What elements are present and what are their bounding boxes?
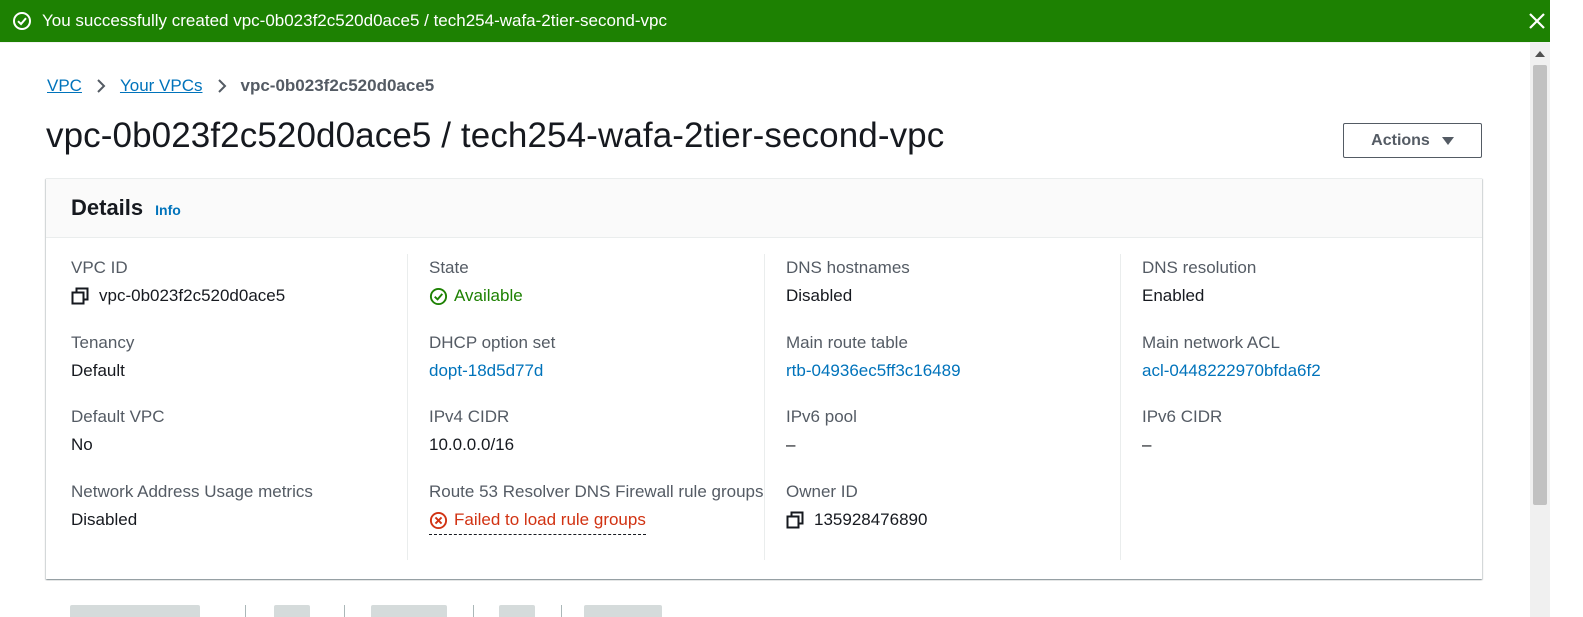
details-column-3: DNS hostnames Disabled Main route table … (764, 254, 1120, 560)
vpc-id-value: vpc-0b023f2c520d0ace5 (99, 286, 286, 305)
field-value: Disabled (786, 286, 853, 305)
field-label: Tenancy (71, 333, 135, 352)
field-default-vpc: Default VPC No (71, 403, 406, 459)
field-state: State Available (429, 254, 764, 310)
owner-id-value: 135928476890 (814, 510, 928, 529)
field-value: Enabled (1142, 286, 1205, 305)
field-label: State (429, 258, 469, 277)
success-flashbar: You successfully created vpc-0b023f2c520… (0, 0, 1583, 42)
field-value: Default (71, 361, 125, 380)
main-route-table-link[interactable]: rtb-04936ec5ff3c16489 (786, 357, 1121, 385)
field-network-address-usage: Network Address Usage metrics Disabled (71, 478, 406, 534)
caret-down-icon (1441, 136, 1454, 145)
page-title: vpc-0b023f2c520d0ace5 / tech254-wafa-2ti… (46, 116, 945, 155)
field-label: IPv6 CIDR (1142, 407, 1223, 426)
info-link[interactable]: Info (155, 202, 181, 218)
field-value: No (71, 435, 93, 454)
field-label: Network Address Usage metrics (71, 482, 313, 501)
tab-placeholder[interactable] (274, 605, 310, 617)
field-value: – (1142, 435, 1152, 454)
tab-divider (473, 605, 474, 617)
tab-placeholder[interactable] (584, 605, 662, 617)
tab-placeholder[interactable] (371, 605, 447, 617)
main-network-acl-link[interactable]: acl-0448222970bfda6f2 (1142, 357, 1477, 385)
vertical-scrollbar[interactable] (1530, 43, 1550, 617)
error-circle-icon (429, 511, 448, 530)
field-value: Available (429, 282, 764, 310)
scrollbar-thumb[interactable] (1533, 65, 1547, 505)
breadcrumb-vpc-link[interactable]: VPC (47, 76, 82, 96)
details-column-2: State Available DHCP option set dopt-18d… (407, 254, 763, 560)
field-label: Route 53 Resolver DNS Firewall rule grou… (429, 482, 764, 501)
details-panel: Details Info VPC ID vpc-0b023f2c520d0ace… (46, 178, 1482, 579)
field-label: IPv4 CIDR (429, 407, 510, 426)
chevron-right-icon (96, 78, 106, 94)
breadcrumb: VPC Your VPCs vpc-0b023f2c520d0ace5 (47, 76, 434, 96)
details-heading: Details (71, 195, 144, 220)
field-label: Main network ACL (1142, 333, 1280, 352)
field-label: VPC ID (71, 258, 128, 277)
field-value: Failed to load rule groups (429, 506, 764, 535)
field-main-network-acl: Main network ACL acl-0448222970bfda6f2 (1142, 329, 1477, 385)
breadcrumb-current: vpc-0b023f2c520d0ace5 (240, 76, 435, 95)
tab-placeholder[interactable] (70, 605, 200, 617)
field-label: DHCP option set (429, 333, 556, 352)
field-dns-hostnames: DNS hostnames Disabled (786, 254, 1121, 310)
details-header: Details Info (46, 179, 1482, 238)
tab-placeholder[interactable] (499, 605, 535, 617)
field-dns-resolution: DNS resolution Enabled (1142, 254, 1477, 310)
field-value: – (786, 435, 796, 454)
tab-divider (344, 605, 345, 617)
error-text: Failed to load rule groups (454, 510, 646, 529)
flash-message: You successfully created vpc-0b023f2c520… (42, 11, 667, 30)
field-value: vpc-0b023f2c520d0ace5 (71, 282, 406, 310)
main-content: VPC Your VPCs vpc-0b023f2c520d0ace5 vpc-… (0, 43, 1550, 617)
field-dhcp-option-set: DHCP option set dopt-18d5d77d (429, 329, 764, 385)
field-ipv6-cidr: IPv6 CIDR – (1142, 403, 1477, 459)
actions-button[interactable]: Actions (1343, 123, 1482, 158)
copy-icon[interactable] (71, 287, 89, 305)
field-vpc-id: VPC ID vpc-0b023f2c520d0ace5 (71, 254, 406, 310)
tab-strip (46, 603, 746, 617)
details-column-1: VPC ID vpc-0b023f2c520d0ace5 Tenancy Def… (71, 254, 427, 560)
tab-divider (561, 605, 562, 617)
state-value: Available (454, 286, 523, 305)
field-label: Main route table (786, 333, 908, 352)
failed-to-load-link[interactable]: Failed to load rule groups (429, 506, 646, 535)
field-value: 135928476890 (786, 506, 1121, 534)
field-value: Disabled (71, 510, 138, 529)
field-main-route-table: Main route table rtb-04936ec5ff3c16489 (786, 329, 1121, 385)
field-label: Owner ID (786, 482, 858, 501)
field-ipv6-pool: IPv6 pool – (786, 403, 1121, 459)
details-column-4: DNS resolution Enabled Main network ACL … (1120, 254, 1476, 560)
tab-divider (245, 605, 246, 617)
window-edge (1550, 0, 1583, 617)
scroll-up-icon[interactable] (1535, 51, 1545, 57)
copy-icon[interactable] (786, 511, 804, 529)
actions-label: Actions (1371, 131, 1430, 149)
check-circle-icon (12, 11, 32, 31)
field-owner-id: Owner ID 135928476890 (786, 478, 1121, 534)
field-value: 10.0.0.0/16 (429, 435, 515, 454)
field-ipv4-cidr: IPv4 CIDR 10.0.0.0/16 (429, 403, 764, 459)
field-label: DNS hostnames (786, 258, 910, 277)
field-label: DNS resolution (1142, 258, 1257, 277)
breadcrumb-your-vpcs-link[interactable]: Your VPCs (120, 76, 203, 96)
field-tenancy: Tenancy Default (71, 329, 406, 385)
chevron-right-icon (217, 78, 227, 94)
check-circle-icon (429, 287, 448, 306)
field-dns-firewall-rule-groups: Route 53 Resolver DNS Firewall rule grou… (429, 478, 764, 535)
dhcp-option-set-link[interactable]: dopt-18d5d77d (429, 357, 764, 385)
field-label: Default VPC (71, 407, 165, 426)
field-label: IPv6 pool (786, 407, 857, 426)
